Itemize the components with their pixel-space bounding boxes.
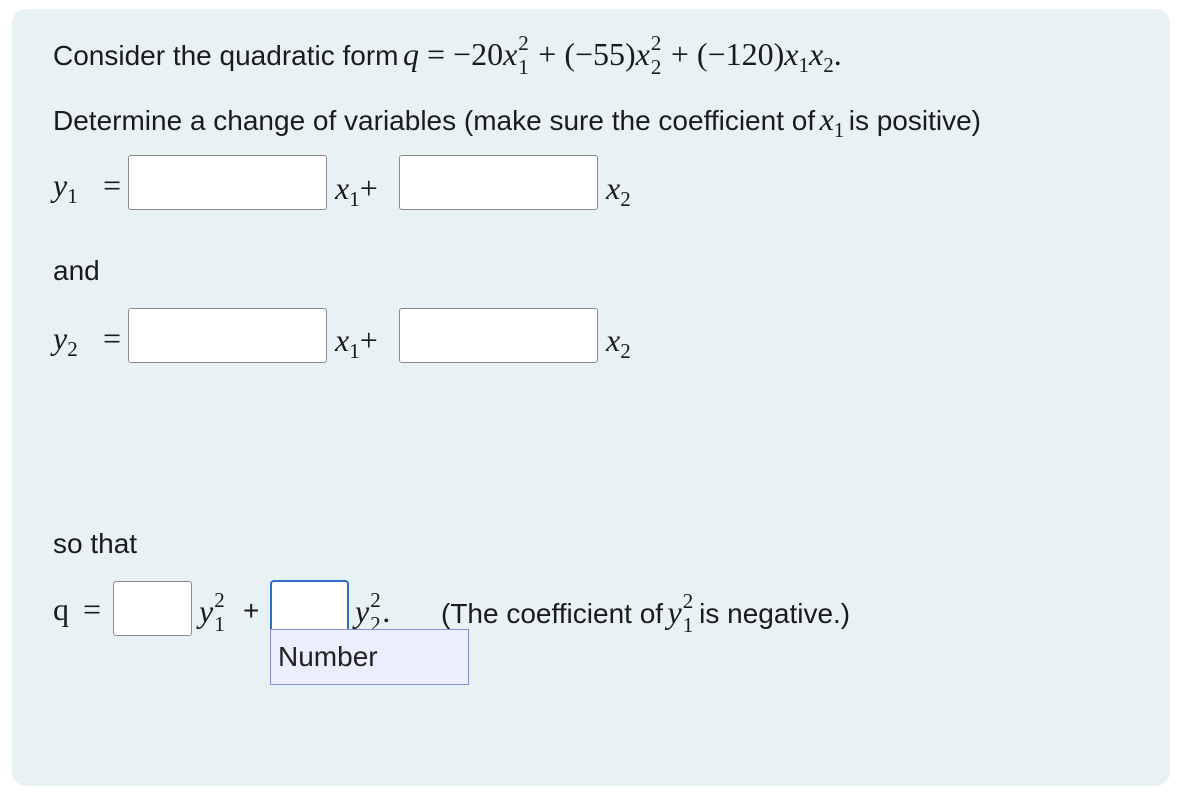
y2-label: y2 bbox=[53, 320, 78, 361]
y1-x2-term: x2 bbox=[606, 170, 631, 211]
q-equals: = bbox=[83, 591, 102, 627]
so-that-label: so that bbox=[53, 528, 138, 559]
y2-x2-term: x2 bbox=[606, 322, 631, 363]
q-y2-coefficient-input[interactable] bbox=[270, 580, 349, 635]
y1-label: y1 bbox=[53, 167, 78, 208]
y1-x1-coefficient-input[interactable] bbox=[128, 155, 327, 210]
y2-equals: = bbox=[103, 320, 122, 356]
quadratic-form-statement: Consider the quadratic form q = −20x 2 1 +… bbox=[53, 31, 842, 79]
instruction-text: Determine a change of variables (make su… bbox=[53, 105, 816, 136]
q-plus: + bbox=[243, 595, 260, 626]
q-y1-term: y21 bbox=[199, 588, 225, 636]
y2-x1-coefficient-input[interactable] bbox=[128, 308, 327, 363]
quadratic-form-expression: q = −20x 2 1 + (−55)x 2 2 + (−120)x1x2. bbox=[402, 31, 842, 79]
y2-x1-term: x1+ bbox=[335, 322, 378, 363]
y2-x2-coefficient-input[interactable] bbox=[399, 308, 598, 363]
intro-text: Consider the quadratic form bbox=[53, 40, 399, 71]
instruction-line: Determine a change of variables (make su… bbox=[53, 101, 981, 142]
q-label: q bbox=[53, 591, 69, 627]
q-y1-coefficient-input[interactable] bbox=[113, 581, 192, 636]
y1-x2-coefficient-input[interactable] bbox=[399, 155, 598, 210]
y1-equals: = bbox=[103, 167, 122, 203]
and-label: and bbox=[53, 255, 100, 286]
number-tooltip: Number bbox=[270, 629, 469, 685]
q-y2-term: y22. bbox=[355, 588, 391, 636]
y1-x1-term: x1+ bbox=[335, 170, 378, 211]
coefficient-note: (The coefficient of y21 is negative.) bbox=[441, 589, 851, 637]
